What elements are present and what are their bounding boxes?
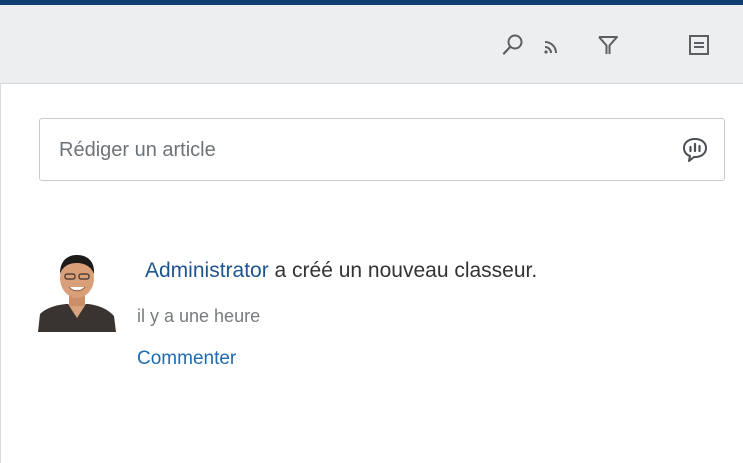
rss-feed-icon xyxy=(544,41,557,54)
panel-left-border xyxy=(0,84,1,463)
search-icon xyxy=(502,34,523,55)
list-view-button[interactable] xyxy=(681,27,717,63)
avatar-photo xyxy=(38,252,116,332)
write-article-placeholder: Rédiger un article xyxy=(59,139,216,161)
list-view-icon xyxy=(689,35,709,55)
toolbar xyxy=(0,5,743,84)
search-button[interactable] xyxy=(495,27,531,63)
activity-timestamp: il y a une heure xyxy=(137,306,261,326)
user-avatar[interactable] xyxy=(38,252,116,332)
write-article-input[interactable]: Rédiger un article xyxy=(39,118,725,181)
activity-action: a créé un nouveau classeur. xyxy=(268,259,538,282)
activity-message: Administrator a créé un nouveau classeur… xyxy=(145,258,537,284)
filter-button[interactable] xyxy=(590,27,626,63)
comment-bubble-icon[interactable] xyxy=(680,135,710,165)
comment-link[interactable]: Commenter xyxy=(137,347,236,371)
filter-icon xyxy=(598,36,618,54)
actor-link[interactable]: Administrator xyxy=(145,259,269,282)
rss-feed-button[interactable] xyxy=(535,27,571,63)
